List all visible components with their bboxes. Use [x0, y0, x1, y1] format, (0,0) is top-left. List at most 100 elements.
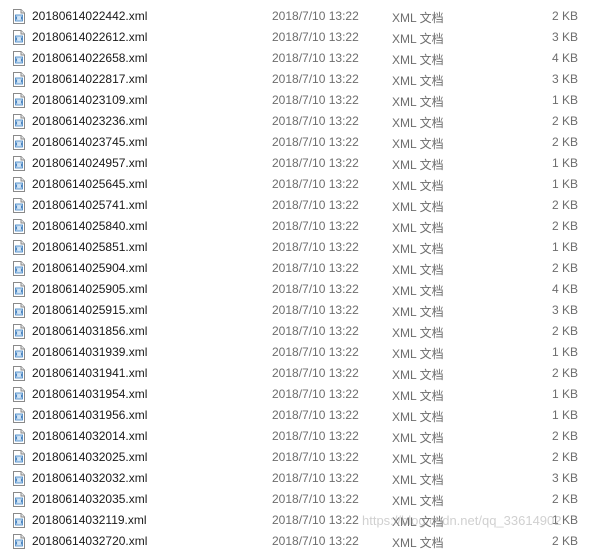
- xml-file-icon: [13, 30, 25, 45]
- file-size: 2 KB: [551, 261, 578, 275]
- file-size: 1 KB: [551, 408, 578, 422]
- file-name[interactable]: 20180614025904.xml: [32, 261, 147, 275]
- file-row[interactable]: 20180614022817.xml 2018/7/10 13:22 XML 文档 3…: [0, 69, 601, 90]
- file-name[interactable]: 20180614023745.xml: [32, 135, 147, 149]
- file-modified-date: 2018/7/10 13:22: [272, 324, 359, 338]
- file-row[interactable]: 20180614032032.xml 2018/7/10 13:22 XML 文档 3…: [0, 468, 601, 489]
- file-type: XML 文档: [392, 137, 444, 151]
- file-name[interactable]: 20180614031856.xml: [32, 324, 147, 338]
- file-type: XML 文档: [392, 494, 444, 508]
- file-modified-date: 2018/7/10 13:22: [272, 450, 359, 464]
- file-type: XML 文档: [392, 410, 444, 424]
- file-size: 2 KB: [551, 534, 578, 548]
- file-name[interactable]: 20180614031956.xml: [32, 408, 147, 422]
- xml-file-icon: [13, 303, 25, 318]
- xml-file-icon: [13, 513, 25, 528]
- file-row[interactable]: 20180614025904.xml 2018/7/10 13:22 XML 文档 2…: [0, 258, 601, 279]
- file-type: XML 文档: [392, 326, 444, 340]
- xml-file-icon: [13, 450, 25, 465]
- file-modified-date: 2018/7/10 13:22: [272, 261, 359, 275]
- file-modified-date: 2018/7/10 13:22: [272, 177, 359, 191]
- file-modified-date: 2018/7/10 13:22: [272, 282, 359, 296]
- watermark: https://blog.csdn.net/qq_33614902: [362, 513, 562, 528]
- file-size: 2 KB: [551, 429, 578, 443]
- file-row[interactable]: 20180614031941.xml 2018/7/10 13:22 XML 文档 2…: [0, 363, 601, 384]
- file-row[interactable]: 20180614023745.xml 2018/7/10 13:22 XML 文档 2…: [0, 132, 601, 153]
- file-row[interactable]: 20180614023236.xml 2018/7/10 13:22 XML 文档 2…: [0, 111, 601, 132]
- file-row[interactable]: 20180614022442.xml 2018/7/10 13:22 XML 文档 2…: [0, 6, 601, 27]
- file-type: XML 文档: [392, 200, 444, 214]
- file-row[interactable]: 20180614032035.xml 2018/7/10 13:22 XML 文档 2…: [0, 489, 601, 510]
- file-name[interactable]: 20180614025851.xml: [32, 240, 147, 254]
- file-name[interactable]: 20180614023236.xml: [32, 114, 147, 128]
- file-modified-date: 2018/7/10 13:22: [272, 156, 359, 170]
- file-name[interactable]: 20180614025741.xml: [32, 198, 147, 212]
- file-row[interactable]: 20180614025741.xml 2018/7/10 13:22 XML 文档 2…: [0, 195, 601, 216]
- file-row[interactable]: 20180614031956.xml 2018/7/10 13:22 XML 文档 1…: [0, 405, 601, 426]
- file-name[interactable]: 20180614025645.xml: [32, 177, 147, 191]
- xml-file-icon: [13, 366, 25, 381]
- xml-file-icon: [13, 282, 25, 297]
- file-row[interactable]: 20180614022658.xml 2018/7/10 13:22 XML 文档 4…: [0, 48, 601, 69]
- file-modified-date: 2018/7/10 13:22: [272, 219, 359, 233]
- xml-file-icon: [13, 429, 25, 444]
- file-type: XML 文档: [392, 473, 444, 487]
- file-row[interactable]: 20180614025645.xml 2018/7/10 13:22 XML 文档 1…: [0, 174, 601, 195]
- file-name[interactable]: 20180614022442.xml: [32, 9, 147, 23]
- xml-file-icon: [13, 387, 25, 402]
- file-row[interactable]: 20180614032014.xml 2018/7/10 13:22 XML 文档 2…: [0, 426, 601, 447]
- file-size: 2 KB: [551, 9, 578, 23]
- file-size: 3 KB: [551, 471, 578, 485]
- file-name[interactable]: 20180614031941.xml: [32, 366, 147, 380]
- file-row[interactable]: 20180614031856.xml 2018/7/10 13:22 XML 文档 2…: [0, 321, 601, 342]
- file-type: XML 文档: [392, 263, 444, 277]
- file-name[interactable]: 20180614024957.xml: [32, 156, 147, 170]
- file-name[interactable]: 20180614022658.xml: [32, 51, 147, 65]
- file-name[interactable]: 20180614032014.xml: [32, 429, 147, 443]
- file-modified-date: 2018/7/10 13:22: [272, 93, 359, 107]
- file-row[interactable]: 20180614022612.xml 2018/7/10 13:22 XML 文档 3…: [0, 27, 601, 48]
- file-type: XML 文档: [392, 53, 444, 67]
- file-modified-date: 2018/7/10 13:22: [272, 114, 359, 128]
- file-size: 2 KB: [551, 135, 578, 149]
- file-name[interactable]: 20180614025915.xml: [32, 303, 147, 317]
- file-row[interactable]: 20180614025905.xml 2018/7/10 13:22 XML 文档 4…: [0, 279, 601, 300]
- file-name[interactable]: 20180614032720.xml: [32, 534, 147, 548]
- file-name[interactable]: 20180614022612.xml: [32, 30, 147, 44]
- file-row[interactable]: 20180614023109.xml 2018/7/10 13:22 XML 文档 1…: [0, 90, 601, 111]
- file-row[interactable]: 20180614031939.xml 2018/7/10 13:22 XML 文档 1…: [0, 342, 601, 363]
- file-name[interactable]: 20180614032025.xml: [32, 450, 147, 464]
- file-row[interactable]: 20180614025840.xml 2018/7/10 13:22 XML 文档 2…: [0, 216, 601, 237]
- xml-file-icon: [13, 198, 25, 213]
- file-size: 2 KB: [551, 324, 578, 338]
- file-size: 2 KB: [551, 219, 578, 233]
- file-size: 1 KB: [551, 387, 578, 401]
- file-name[interactable]: 20180614025840.xml: [32, 219, 147, 233]
- file-row[interactable]: 20180614032720.xml 2018/7/10 13:22 XML 文档 2…: [0, 531, 601, 552]
- file-size: 1 KB: [551, 345, 578, 359]
- file-name[interactable]: 20180614022817.xml: [32, 72, 147, 86]
- xml-file-icon: [13, 492, 25, 507]
- file-name[interactable]: 20180614032032.xml: [32, 471, 147, 485]
- file-modified-date: 2018/7/10 13:22: [272, 30, 359, 44]
- file-row[interactable]: 20180614032025.xml 2018/7/10 13:22 XML 文档 2…: [0, 447, 601, 468]
- file-name[interactable]: 20180614031939.xml: [32, 345, 147, 359]
- file-name[interactable]: 20180614031954.xml: [32, 387, 147, 401]
- file-row[interactable]: 20180614025851.xml 2018/7/10 13:22 XML 文档 1…: [0, 237, 601, 258]
- file-size: 3 KB: [551, 303, 578, 317]
- file-row[interactable]: 20180614025915.xml 2018/7/10 13:22 XML 文档 3…: [0, 300, 601, 321]
- file-name[interactable]: 20180614032119.xml: [32, 513, 147, 527]
- xml-file-icon: [13, 93, 25, 108]
- file-row[interactable]: 20180614024957.xml 2018/7/10 13:22 XML 文档 1…: [0, 153, 601, 174]
- file-name[interactable]: 20180614032035.xml: [32, 492, 147, 506]
- file-type: XML 文档: [392, 368, 444, 382]
- file-name[interactable]: 20180614025905.xml: [32, 282, 147, 296]
- file-type: XML 文档: [392, 179, 444, 193]
- xml-file-icon: [13, 135, 25, 150]
- file-name[interactable]: 20180614023109.xml: [32, 93, 147, 107]
- file-type: XML 文档: [392, 116, 444, 130]
- file-row[interactable]: 20180614031954.xml 2018/7/10 13:22 XML 文档 1…: [0, 384, 601, 405]
- file-modified-date: 2018/7/10 13:22: [272, 51, 359, 65]
- file-size: 4 KB: [551, 51, 578, 65]
- file-type: XML 文档: [392, 221, 444, 235]
